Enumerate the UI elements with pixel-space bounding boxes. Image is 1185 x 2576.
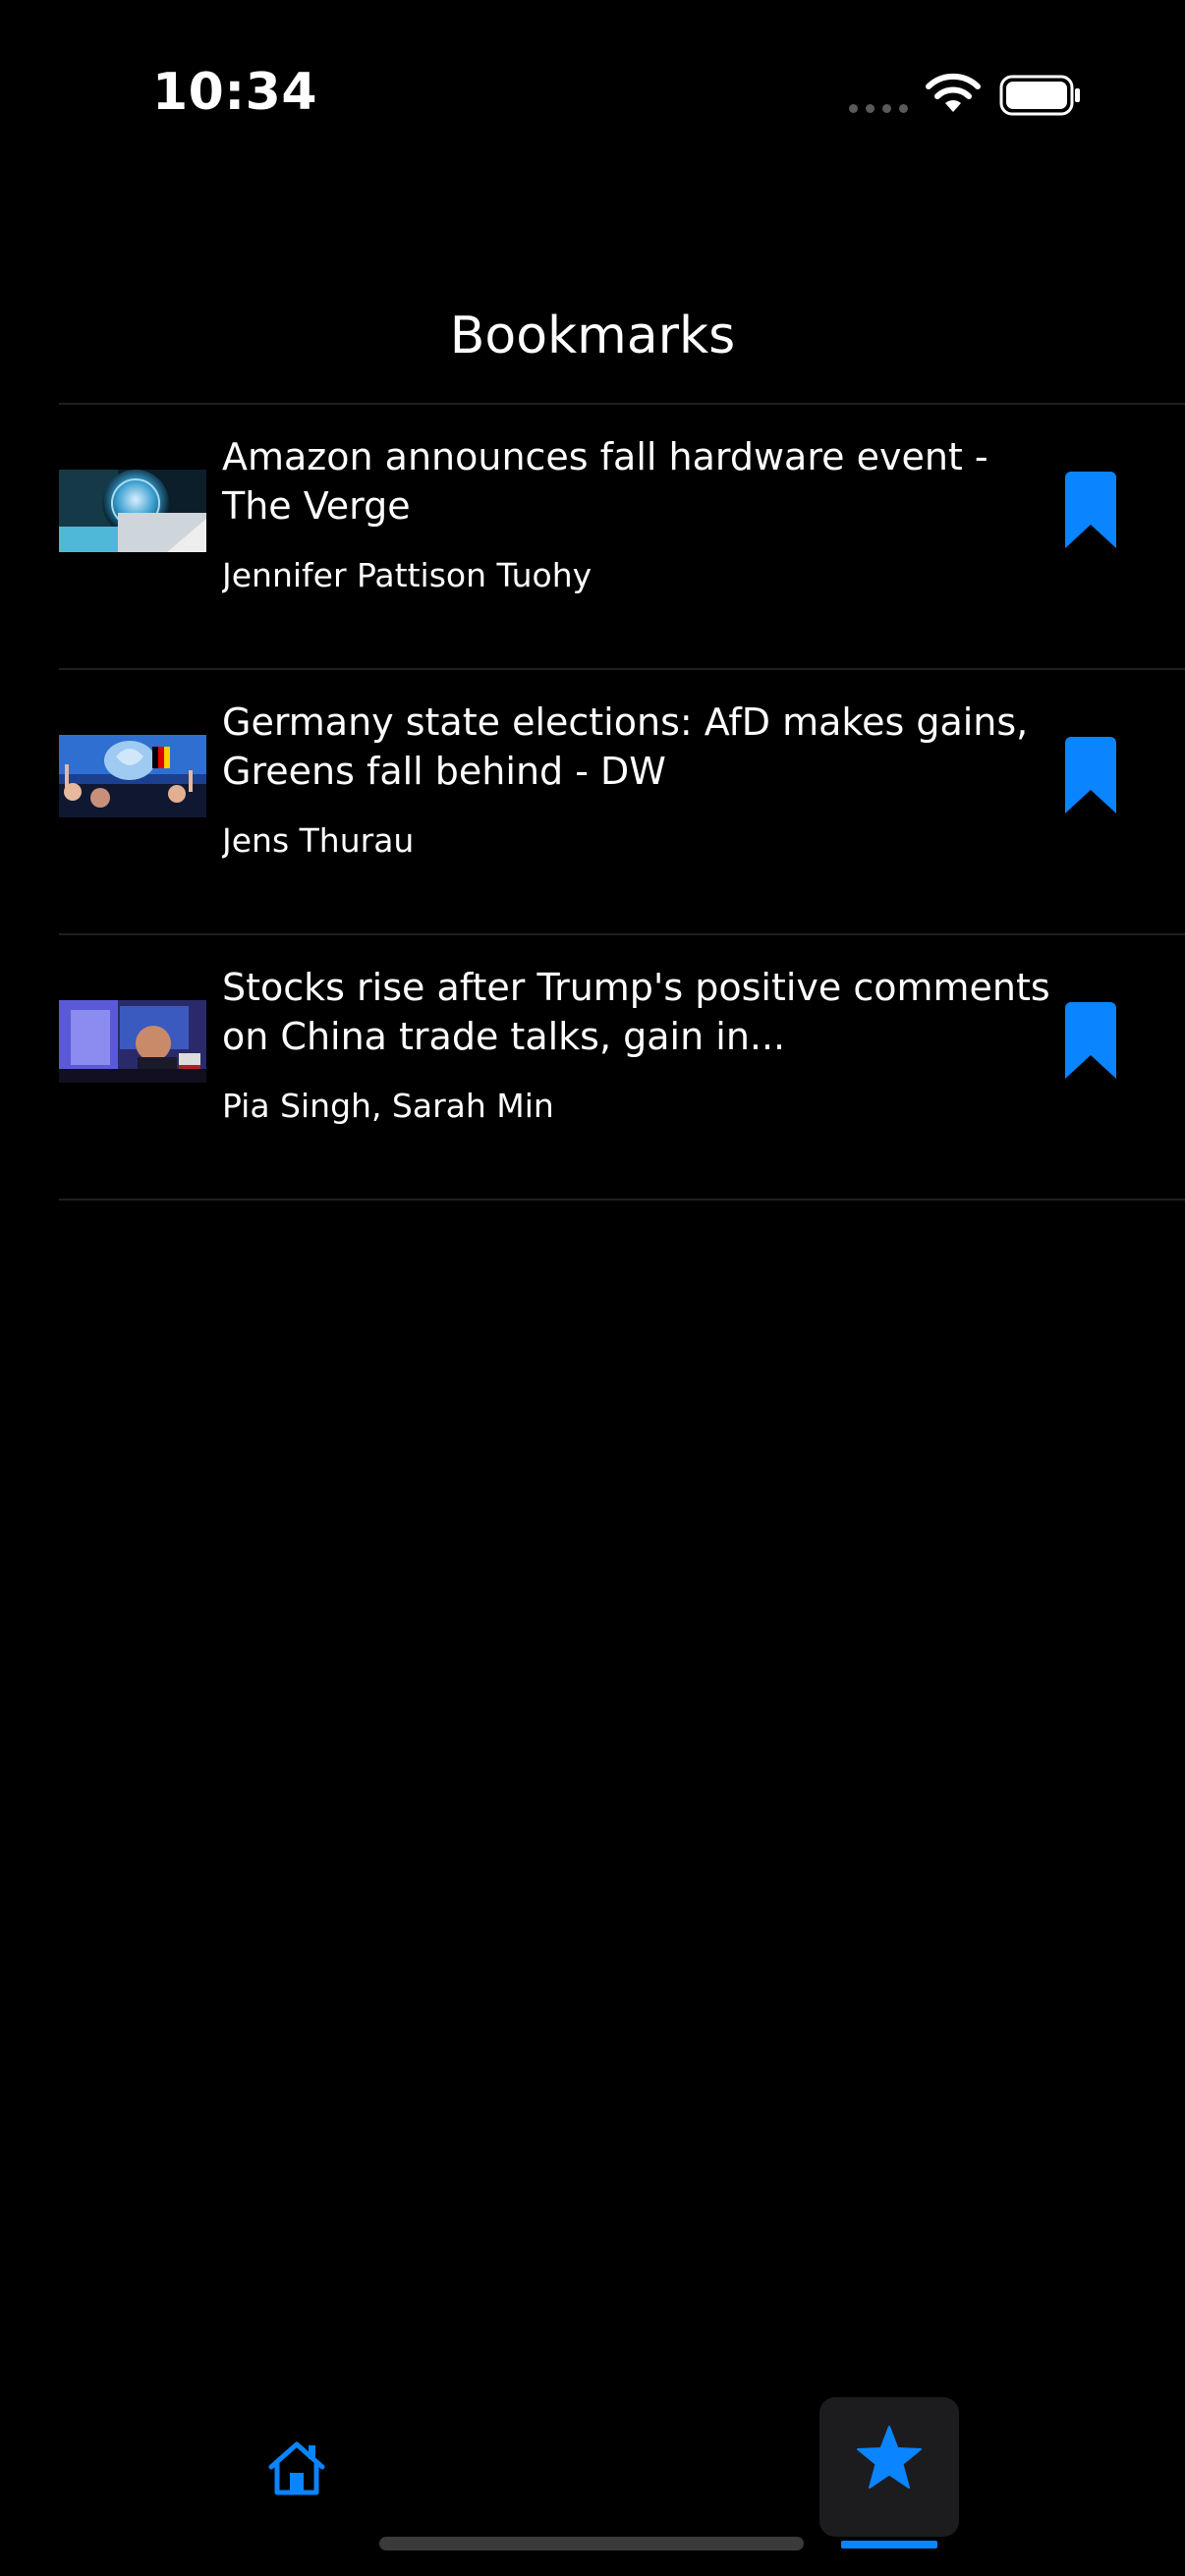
bookmark-filled-icon — [1065, 737, 1116, 813]
home-indicator[interactable] — [379, 2537, 804, 2550]
article-author: Jens Thurau — [222, 821, 415, 860]
selected-tab-indicator — [841, 2541, 937, 2548]
article-thumbnail — [59, 1000, 206, 1083]
article-title: Amazon announces fall hardware event - T… — [222, 435, 988, 528]
tab-bar — [0, 2378, 1185, 2548]
article-title: Stocks rise after Trump's positive comme… — [222, 966, 1050, 1058]
bookmark-list: Amazon announces fall hardware event - T… — [59, 405, 1185, 1201]
article-thumbnail — [59, 470, 206, 552]
article-author: Jennifer Pattison Tuohy — [222, 556, 592, 594]
home-icon — [268, 2441, 325, 2495]
remove-bookmark-button[interactable] — [1055, 468, 1126, 554]
list-item[interactable]: Amazon announces fall hardware event - T… — [59, 405, 1185, 670]
tab-home[interactable] — [250, 2421, 344, 2515]
page-title: Bookmarks — [449, 307, 736, 365]
cellular-signal-icon — [849, 104, 908, 113]
article-title: Germany state elections: AfD makes gains… — [222, 700, 1029, 793]
bookmark-filled-icon — [1065, 472, 1116, 548]
list-item[interactable]: Germany state elections: AfD makes gains… — [59, 670, 1185, 935]
article-author: Pia Singh, Sarah Min — [222, 1087, 554, 1125]
remove-bookmark-button[interactable] — [1055, 733, 1126, 819]
wifi-icon — [926, 73, 981, 112]
status-bar: 10:34 — [0, 0, 1185, 187]
bookmark-filled-icon — [1065, 1002, 1116, 1079]
tab-bookmarks[interactable] — [819, 2397, 959, 2548]
list-item[interactable]: Stocks rise after Trump's positive comme… — [59, 935, 1185, 1201]
article-thumbnail — [59, 735, 206, 817]
remove-bookmark-button[interactable] — [1055, 998, 1126, 1085]
status-time: 10:34 — [152, 63, 318, 122]
battery-icon — [999, 75, 1080, 116]
star-icon — [857, 2426, 922, 2489]
